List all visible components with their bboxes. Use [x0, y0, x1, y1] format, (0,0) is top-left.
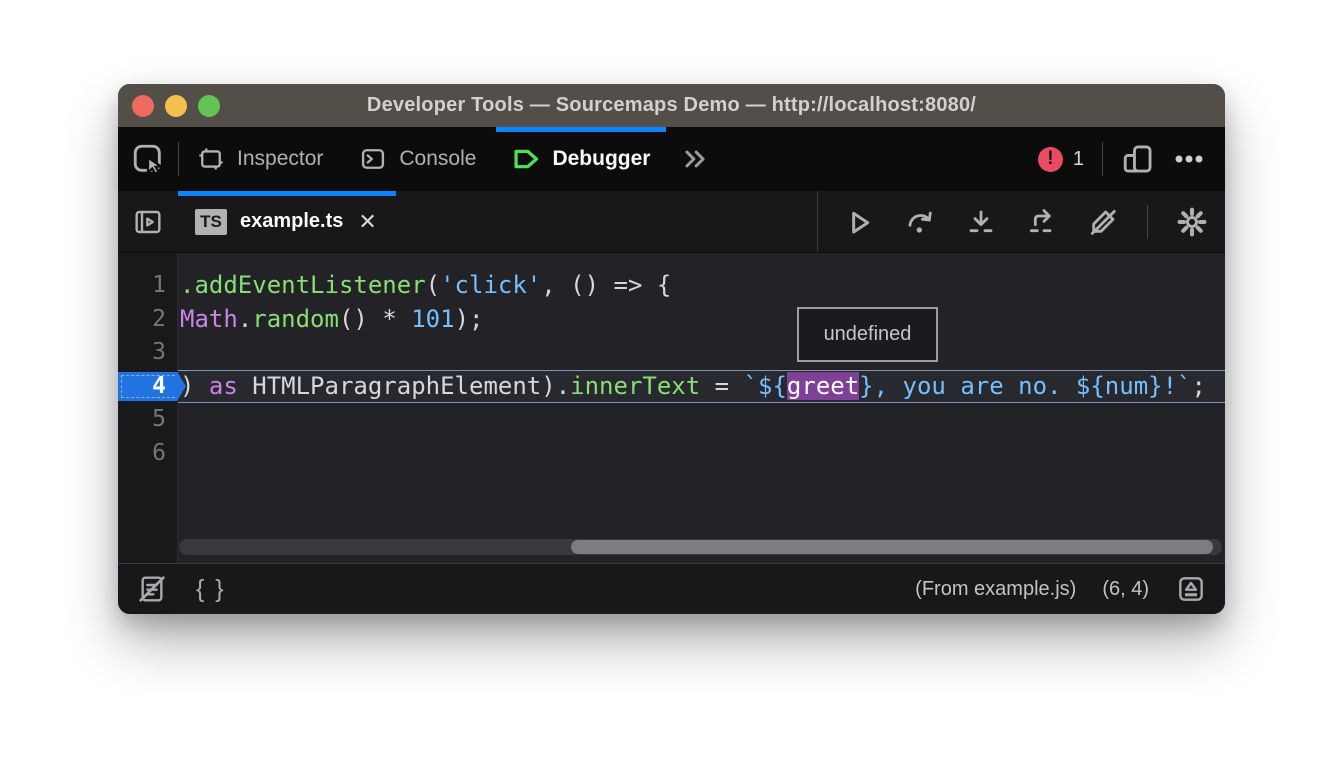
ignore-source-icon: [1087, 206, 1119, 238]
node-picker-icon: [131, 142, 165, 176]
commands-separator: [1147, 205, 1148, 239]
debugger-settings-button[interactable]: [1175, 205, 1209, 239]
code-line[interactable]: .addEventListener('click', () => {: [178, 269, 1225, 303]
step-in-icon: [965, 206, 997, 238]
sources-panel-toggle-button[interactable]: [118, 191, 178, 252]
highlighted-token[interactable]: greet: [787, 372, 859, 400]
resume-icon: [843, 206, 875, 238]
code-line[interactable]: [178, 437, 1225, 471]
eject-icon: [1175, 573, 1207, 605]
code-line[interactable]: ) as HTMLParagraphElement).innerText = `…: [178, 370, 1225, 404]
tab-console[interactable]: Console: [341, 127, 494, 191]
tooltip-text: undefined: [824, 323, 912, 346]
devtools-toolbar: Inspector Console Debugger: [118, 127, 1225, 191]
step-over-icon: [904, 206, 936, 238]
responsive-mode-icon: [1121, 142, 1155, 176]
meatball-menu-icon: [1173, 143, 1205, 175]
ignore-source-button[interactable]: [1086, 205, 1120, 239]
code-line[interactable]: Math.random() * 101);: [178, 303, 1225, 337]
error-count-button[interactable]: !: [1038, 147, 1063, 172]
resume-button[interactable]: [842, 205, 876, 239]
zoom-window-button[interactable]: [198, 95, 220, 117]
toolbar-separator: [1102, 142, 1103, 176]
tab-label: Console: [399, 147, 476, 171]
close-window-button[interactable]: [132, 95, 154, 117]
scrollbar-thumb[interactable]: [571, 540, 1213, 554]
console-icon: [359, 145, 387, 173]
cursor-position: (6, 4): [1102, 578, 1149, 601]
settings-gear-icon: [1176, 206, 1208, 238]
sources-panel-toggle-icon: [132, 206, 164, 238]
code-editor[interactable]: 123456 .addEventListener('click', () => …: [118, 253, 1225, 563]
error-icon: !: [1038, 147, 1063, 172]
debug-commands: [817, 191, 1225, 252]
overflow-chevron-icon: [680, 145, 710, 173]
window-title: Developer Tools — Sourcemaps Demo — http…: [367, 94, 976, 117]
statusbar: { } (From example.js) (6, 4): [118, 563, 1225, 614]
blackbox-source-icon: [136, 573, 168, 605]
source-filename: example.ts: [240, 210, 343, 233]
line-number[interactable]: 1: [118, 269, 177, 303]
paused-line-marker[interactable]: 4: [118, 370, 177, 404]
step-out-button[interactable]: [1025, 205, 1059, 239]
tab-label: Inspector: [237, 147, 323, 171]
line-number[interactable]: 6: [118, 437, 177, 471]
step-over-button[interactable]: [903, 205, 937, 239]
tab-inspector[interactable]: Inspector: [179, 127, 341, 191]
pretty-print-icon: { }: [196, 575, 226, 604]
inspector-icon: [197, 145, 225, 173]
meatball-menu-button[interactable]: [1173, 143, 1205, 175]
line-number[interactable]: 2: [118, 303, 177, 337]
line-number[interactable]: 3: [118, 336, 177, 370]
devtools-window: Developer Tools — Sourcemaps Demo — http…: [118, 84, 1225, 614]
node-picker-button[interactable]: [118, 127, 178, 191]
traffic-lights: [132, 84, 220, 127]
close-icon[interactable]: ✕: [356, 207, 378, 237]
tab-label: Debugger: [552, 147, 650, 171]
ts-badge: TS: [195, 209, 227, 235]
variable-preview-tooltip: undefined: [797, 307, 938, 362]
mapped-source-note: (From example.js): [915, 578, 1076, 601]
code-lines: .addEventListener('click', () => {Math.r…: [178, 253, 1225, 563]
source-tab-example-ts[interactable]: TS example.ts ✕: [178, 191, 396, 252]
code-line[interactable]: [178, 403, 1225, 437]
step-in-button[interactable]: [964, 205, 998, 239]
debugger-icon: [512, 145, 540, 173]
blackbox-source-button[interactable]: [136, 573, 168, 605]
pretty-print-button[interactable]: { }: [196, 575, 226, 604]
step-out-icon: [1026, 206, 1058, 238]
panel-overflow-button[interactable]: [668, 127, 722, 191]
tab-debugger[interactable]: Debugger: [494, 127, 668, 191]
responsive-design-mode-button[interactable]: [1121, 142, 1155, 176]
horizontal-scrollbar[interactable]: [179, 539, 1222, 555]
titlebar: Developer Tools — Sourcemaps Demo — http…: [118, 84, 1225, 127]
footer-expand-button[interactable]: [1175, 573, 1207, 605]
gutter: 123456: [118, 253, 178, 563]
line-number[interactable]: 5: [118, 403, 177, 437]
minimize-window-button[interactable]: [165, 95, 187, 117]
code-line[interactable]: [178, 336, 1225, 370]
error-count: 1: [1073, 148, 1084, 171]
source-tabs-row: TS example.ts ✕: [118, 191, 1225, 253]
